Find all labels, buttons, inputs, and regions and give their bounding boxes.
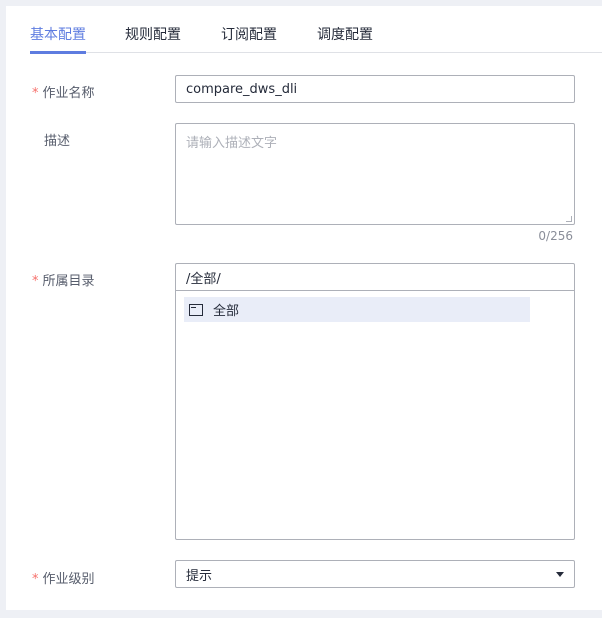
tab-schedule-config[interactable]: 调度配置 xyxy=(317,24,373,44)
description-label: 描述 xyxy=(44,134,71,149)
directory-path: /全部/ xyxy=(176,264,574,291)
job-name-label-text: 作业名称 xyxy=(42,86,95,101)
required-star: * xyxy=(32,86,39,101)
tree-node-all[interactable]: 全部 xyxy=(184,297,530,322)
directory-label: * 所属目录 xyxy=(32,270,95,289)
job-level-value: 提示 xyxy=(186,568,213,584)
tree-node-label: 全部 xyxy=(213,304,240,319)
job-level-label: * 作业级别 xyxy=(32,568,95,587)
job-config-card: 基本配置 规则配置 订阅配置 调度配置 * 作业名称 compare_dws_dl… xyxy=(6,6,602,610)
tab-rule-config[interactable]: 规则配置 xyxy=(125,24,181,44)
tab-subscription-config[interactable]: 订阅配置 xyxy=(221,24,277,44)
resize-handle[interactable] xyxy=(566,216,572,222)
job-level-label-text: 作业级别 xyxy=(42,572,95,587)
char-count: 0/256 xyxy=(538,229,573,243)
job-name-input[interactable]: compare_dws_dli xyxy=(175,75,575,103)
required-star: * xyxy=(32,572,39,587)
required-star: * xyxy=(32,274,39,289)
description-textarea[interactable]: 请输入描述文字 xyxy=(175,123,575,225)
job-name-label: * 作业名称 xyxy=(32,82,95,101)
chevron-down-icon xyxy=(556,572,564,577)
description-placeholder: 请输入描述文字 xyxy=(186,136,278,151)
directory-tree-select[interactable]: /全部/ 全部 xyxy=(175,263,575,540)
directory-label-text: 所属目录 xyxy=(42,274,95,289)
job-name-value: compare_dws_dli xyxy=(186,81,298,97)
tab-bar: 基本配置 规则配置 订阅配置 调度配置 xyxy=(30,6,602,54)
folder-icon xyxy=(189,303,203,316)
tab-basic-config[interactable]: 基本配置 xyxy=(30,24,86,54)
job-level-select[interactable]: 提示 xyxy=(175,560,575,588)
